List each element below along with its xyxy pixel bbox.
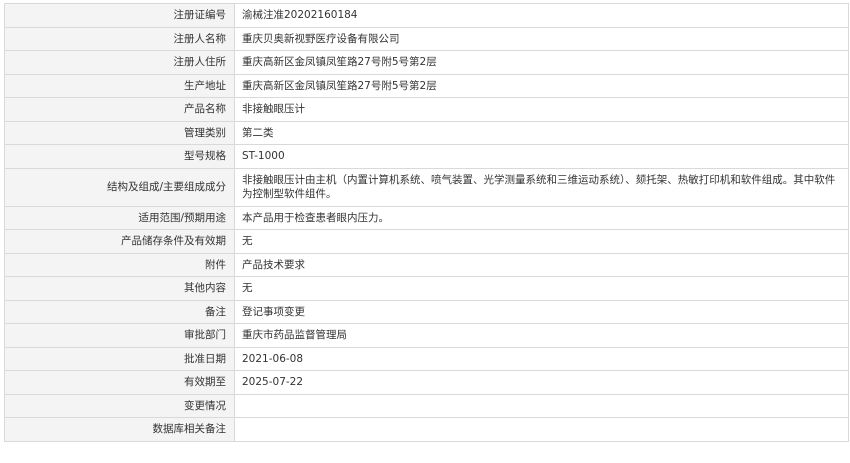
table-row: 生产地址 重庆高新区金凤镇凤笙路27号附5号第2层 [4, 73, 849, 98]
table-row: 结构及组成/主要组成成分 非接触眼压计由主机（内置计算机系统、喷气装置、光学测量… [4, 167, 849, 207]
registration-info-table: 注册证编号 渝械注准20202160184 注册人名称 重庆贝奥新视野医疗设备有… [4, 3, 849, 442]
field-value-approval-department: 重庆市药品监督管理局 [234, 323, 849, 348]
table-row: 注册人住所 重庆高新区金凤镇凤笙路27号附5号第2层 [4, 50, 849, 75]
field-label-change-status: 变更情况 [4, 393, 235, 418]
table-row: 管理类别 第二类 [4, 120, 849, 145]
field-value-other-content: 无 [234, 276, 849, 301]
table-row: 有效期至 2025-07-22 [4, 370, 849, 395]
field-value-registrant-name: 重庆贝奥新视野医疗设备有限公司 [234, 26, 849, 51]
field-label-approval-date: 批准日期 [4, 346, 235, 371]
field-value-database-notes [234, 417, 849, 442]
field-label-management-category: 管理类别 [4, 120, 235, 145]
field-value-approval-date: 2021-06-08 [234, 346, 849, 371]
table-row: 产品储存条件及有效期 无 [4, 229, 849, 254]
field-value-registrant-address: 重庆高新区金凤镇凤笙路27号附5号第2层 [234, 50, 849, 75]
field-label-other-content: 其他内容 [4, 276, 235, 301]
table-row: 注册证编号 渝械注准20202160184 [4, 3, 849, 28]
table-row: 批准日期 2021-06-08 [4, 346, 849, 371]
table-row: 备注 登记事项变更 [4, 299, 849, 324]
field-label-registration-number: 注册证编号 [4, 3, 235, 28]
field-value-intended-use: 本产品用于检查患者眼内压力。 [234, 205, 849, 230]
field-label-database-notes: 数据库相关备注 [4, 417, 235, 442]
table-row: 附件 产品技术要求 [4, 252, 849, 277]
table-row: 其他内容 无 [4, 276, 849, 301]
field-label-registrant-name: 注册人名称 [4, 26, 235, 51]
table-row: 数据库相关备注 [4, 417, 849, 442]
field-label-remarks: 备注 [4, 299, 235, 324]
field-label-registrant-address: 注册人住所 [4, 50, 235, 75]
field-value-attachment: 产品技术要求 [234, 252, 849, 277]
field-label-structure-composition: 结构及组成/主要组成成分 [4, 167, 235, 207]
table-row: 注册人名称 重庆贝奥新视野医疗设备有限公司 [4, 26, 849, 51]
table-row: 审批部门 重庆市药品监督管理局 [4, 323, 849, 348]
field-value-change-status [234, 393, 849, 418]
field-label-model-spec: 型号规格 [4, 144, 235, 169]
field-value-valid-until: 2025-07-22 [234, 370, 849, 395]
field-label-attachment: 附件 [4, 252, 235, 277]
field-value-registration-number: 渝械注准20202160184 [234, 3, 849, 28]
field-value-product-name: 非接触眼压计 [234, 97, 849, 122]
field-label-intended-use: 适用范围/预期用途 [4, 205, 235, 230]
field-value-management-category: 第二类 [234, 120, 849, 145]
table-row: 型号规格 ST-1000 [4, 144, 849, 169]
table-row: 变更情况 [4, 393, 849, 418]
field-value-storage-validity: 无 [234, 229, 849, 254]
table-row: 产品名称 非接触眼压计 [4, 97, 849, 122]
field-value-structure-composition: 非接触眼压计由主机（内置计算机系统、喷气装置、光学测量系统和三维运动系统）、颏托… [234, 167, 849, 207]
field-label-valid-until: 有效期至 [4, 370, 235, 395]
field-label-approval-department: 审批部门 [4, 323, 235, 348]
registration-detail-panel: 注册证编号 渝械注准20202160184 注册人名称 重庆贝奥新视野医疗设备有… [4, 3, 849, 442]
field-value-production-address: 重庆高新区金凤镇凤笙路27号附5号第2层 [234, 73, 849, 98]
field-label-storage-validity: 产品储存条件及有效期 [4, 229, 235, 254]
field-value-model-spec: ST-1000 [234, 144, 849, 169]
table-row: 适用范围/预期用途 本产品用于检查患者眼内压力。 [4, 205, 849, 230]
field-label-product-name: 产品名称 [4, 97, 235, 122]
field-label-production-address: 生产地址 [4, 73, 235, 98]
field-value-remarks: 登记事项变更 [234, 299, 849, 324]
